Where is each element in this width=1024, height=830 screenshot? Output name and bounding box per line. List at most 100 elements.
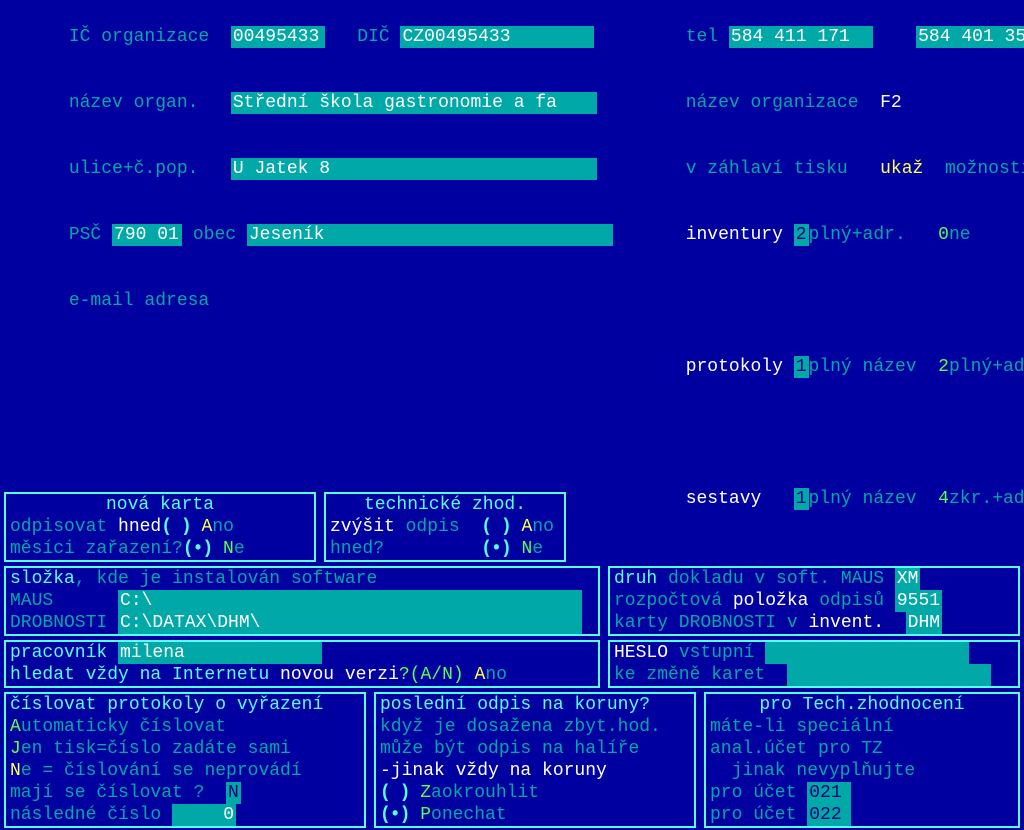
prac-ano[interactable]: A [475, 665, 486, 685]
radio-icon: (•) [183, 538, 212, 560]
tz-ano-rest: no [532, 517, 554, 537]
maus-value[interactable]: C:\ [118, 590, 582, 612]
sestavy: sestavy [686, 489, 762, 509]
nova-q1a: odpisovat [10, 517, 118, 537]
r4t: zkr.+adr. [949, 489, 1024, 509]
ic-value[interactable]: 00495433 [231, 26, 325, 48]
drob-value[interactable]: C:\DATAX\DHM\ [118, 612, 582, 634]
psc-label: PSČ [69, 225, 101, 245]
bl-o2[interactable]: J [10, 739, 21, 759]
radio-icon: (•) [481, 538, 510, 560]
prac-label: pracovník [10, 643, 107, 663]
prot-opt[interactable]: 1 [794, 356, 809, 378]
rozp-l2: položka [733, 591, 819, 611]
bl-o3[interactable]: N [10, 761, 21, 781]
tz-ne-rest: e [532, 539, 543, 559]
obec-value[interactable]: Jeseník [247, 224, 613, 246]
tz1b: odpis [406, 517, 460, 537]
bl-q: mají se číslovat ? [10, 783, 204, 803]
obec-label: obec [193, 225, 236, 245]
heslo-value[interactable] [765, 642, 969, 664]
nova-q1b: hned [118, 517, 161, 537]
nova-title: nová karta [106, 495, 214, 515]
slozka-title: složka [10, 569, 75, 589]
bm-z[interactable]: Z [420, 783, 431, 803]
bm-zt: aokrouhlit [431, 783, 539, 803]
br-title: pro Tech.zhodnocení [710, 694, 1014, 716]
bl-ncl: následné číslo [10, 805, 161, 825]
tel2-value[interactable]: 584 401 353 [916, 26, 1024, 48]
moznosti: možnosti [945, 159, 1024, 179]
tz-title: technické zhod. [364, 495, 526, 515]
nazev-org-label: název organizace [686, 93, 859, 113]
br-u2l: pro účet [710, 805, 796, 825]
bm-l2: může být odpis na halíře [380, 738, 690, 760]
tz-ano[interactable]: A [521, 517, 532, 537]
ano-hot[interactable]: A [201, 517, 212, 537]
br-u1[interactable]: 021 [807, 782, 851, 804]
maus-label: MAUS [10, 591, 53, 611]
br-l2: anal.účet pro TZ [710, 738, 1014, 760]
r0[interactable]: 0 [938, 225, 949, 245]
br-l1: máte-li speciální [710, 716, 1014, 738]
bl-title: číslovat protokoly o vyřazení [10, 694, 360, 716]
tz2: hned? [330, 539, 384, 559]
name-label: název organ. [69, 93, 199, 113]
prac-qa: hledat vždy na Internetu [10, 665, 280, 685]
bl-o1[interactable]: A [10, 717, 21, 737]
heslo-label: HESLO [614, 643, 668, 663]
br-u2[interactable]: 022 [807, 804, 851, 826]
bm-l3: -jinak vždy na koruny [380, 760, 690, 782]
r0t: ne [949, 225, 971, 245]
bm-pt: onechat [431, 805, 507, 825]
nazev-org-value[interactable]: F2 [880, 93, 902, 113]
prac-qc: ?(A/N) [399, 665, 475, 685]
zmena: ke změně karet [614, 665, 765, 685]
email-label: e-mail adresa [69, 291, 209, 311]
tz-ne[interactable]: N [521, 539, 532, 559]
prac-value[interactable]: milena [118, 642, 322, 664]
bl-ncv[interactable]: 0 [172, 804, 236, 826]
street-value[interactable]: U Jatek 8 [231, 158, 597, 180]
ic-label: IČ organizace [69, 27, 209, 47]
dic-label: DIČ [357, 27, 389, 47]
prot-txt: plný název [809, 357, 917, 377]
protokoly: protokoly [686, 357, 783, 377]
inv-txt: plný+adr. [809, 225, 906, 245]
name-value[interactable]: Střední škola gastronomie a fa [231, 92, 597, 114]
bl-ans[interactable]: N [226, 782, 241, 804]
tel-value[interactable]: 584 411 171 [729, 26, 873, 48]
br-l3: jinak nevyplňujte [710, 760, 1014, 782]
ne-hot[interactable]: N [223, 539, 234, 559]
dhm-value[interactable]: DHM [906, 612, 942, 634]
rozp-l1: rozpočtová [614, 591, 733, 611]
druh-label: druh [614, 569, 657, 589]
bm-l1: když je dosažena zbyt.hod. [380, 716, 690, 738]
r2t: plný+adr. [949, 357, 1024, 377]
dic-value[interactable]: CZ00495433 [400, 26, 594, 48]
tz1a: zvýšit [330, 517, 406, 537]
inv-opt[interactable]: 2 [794, 224, 809, 246]
psc-value[interactable]: 790 01 [112, 224, 182, 246]
rozp-value[interactable]: 9551 [895, 590, 942, 612]
druh-value[interactable]: XM [895, 568, 921, 590]
r2[interactable]: 2 [938, 357, 949, 377]
ses-txt: plný název [809, 489, 917, 509]
invent: invent. [808, 613, 884, 633]
drob-label: DROBNOSTI [10, 613, 107, 633]
radio-icon: ( ) [380, 782, 409, 804]
druh-rest: dokladu v soft. MAUS [657, 569, 895, 589]
inventury: inventury [686, 225, 783, 245]
heslo-rest: vstupní [668, 643, 754, 663]
bm-title: poslední odpis na koruny? [380, 694, 690, 716]
ukaz: ukaž [880, 159, 923, 179]
bl-o2t: en tisk=číslo zadáte sami [21, 739, 291, 759]
zmena-value[interactable] [787, 664, 991, 686]
bm-p[interactable]: P [420, 805, 431, 825]
prac-qb: novou verzi [280, 665, 399, 685]
street-label: ulice+č.pop. [69, 159, 199, 179]
bl-o3t: e = číslování se neprovádí [21, 761, 302, 781]
nova-q2: měsíci zařazení? [10, 539, 183, 559]
r4[interactable]: 4 [938, 489, 949, 509]
ses-opt[interactable]: 1 [794, 488, 809, 510]
